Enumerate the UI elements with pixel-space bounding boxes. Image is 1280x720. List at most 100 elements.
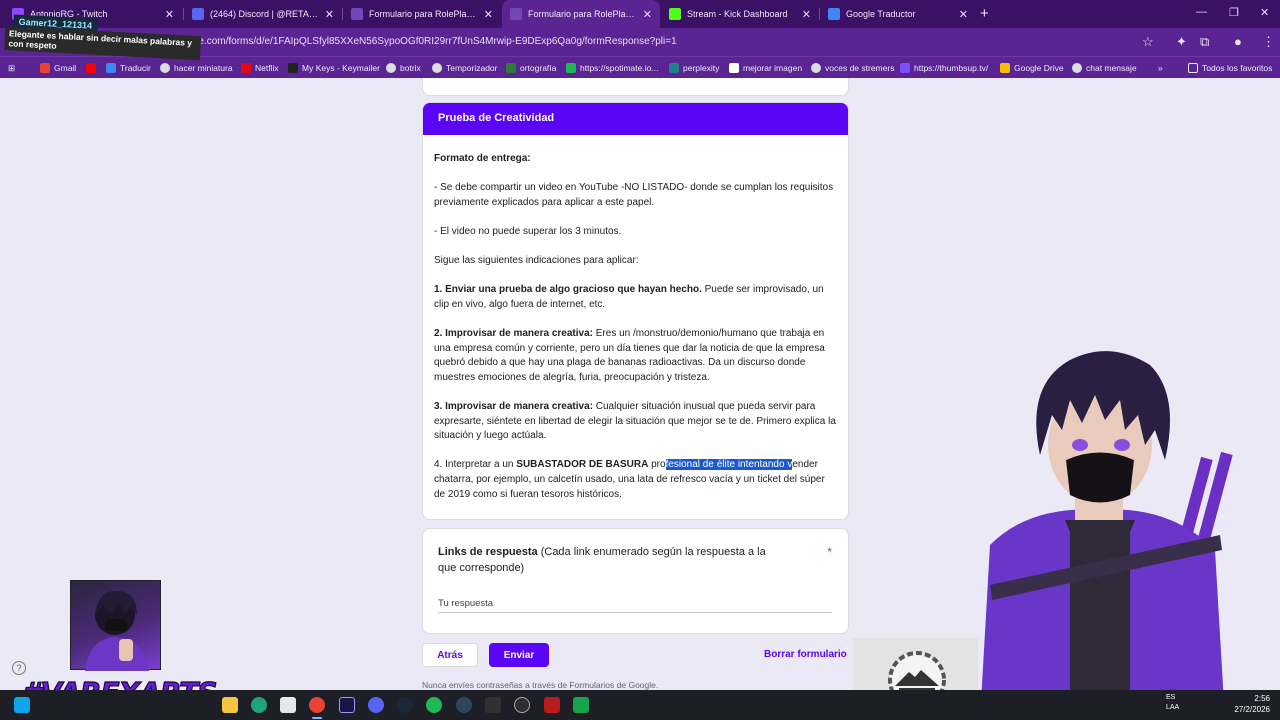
edge-icon[interactable]: [251, 697, 267, 713]
chat-message: Elegante es hablar sin decir malas palab…: [4, 26, 202, 61]
tab-translate[interactable]: Google Traductor ✕: [820, 0, 976, 28]
instruction-item-2: 2. Improvisar de manera creativa: Eres u…: [434, 327, 837, 385]
close-icon[interactable]: ✕: [325, 8, 334, 21]
tab-title: (2464) Discord | @RETALIURGIC: [210, 9, 319, 19]
star-icon[interactable]: ☆: [1142, 34, 1154, 50]
restore-icon[interactable]: ❐: [1229, 6, 1239, 19]
submit-button[interactable]: Enviar: [489, 643, 549, 667]
instruction-item-1: 1. Enviar una prueba de algo gracioso qu…: [434, 283, 837, 312]
chrome-icon[interactable]: [309, 697, 325, 713]
vtuber-avatar: [970, 345, 1240, 720]
tab-title: Formulario para RolePlayers EU: [528, 9, 637, 19]
question-card-links: Links de respuesta (Cada link enumerado …: [422, 528, 849, 634]
bookmark-voces[interactable]: voces de stremers: [811, 61, 894, 75]
answer-input[interactable]: [438, 595, 832, 613]
store-icon[interactable]: [280, 697, 296, 713]
section-description: Formato de entrega: - Se debe compartir …: [423, 135, 848, 502]
bookmark-drive[interactable]: Google Drive: [1000, 61, 1064, 75]
taskbar: ES LAA 2:56 27/2/2026: [0, 690, 1280, 720]
tab-title: Google Traductor: [846, 9, 916, 19]
globe-icon: [1072, 63, 1082, 73]
discord-icon[interactable]: [368, 697, 384, 713]
language-indicator[interactable]: ES LAA: [1166, 693, 1179, 713]
bookmark-label: Google Drive: [1014, 63, 1064, 73]
instructions-intro: Sigue las siguientes indicaciones para a…: [434, 255, 639, 267]
bookmark-perplexity[interactable]: perplexity: [669, 61, 719, 75]
tab-form-1[interactable]: Formulario para RolePlayers EU ✕: [343, 0, 501, 28]
active-app-indicator: [312, 717, 322, 719]
gmail-icon: [40, 63, 50, 73]
obs-icon[interactable]: [514, 697, 530, 713]
bookmark-netflix[interactable]: Netflix: [241, 61, 279, 75]
url-text[interactable]: docs.google.com/forms/d/e/1FAIpQLSfyl85X…: [150, 36, 677, 47]
bookmark-thumbsup[interactable]: https://thumbsup.tv/: [900, 61, 988, 75]
tab-form-active[interactable]: Formulario para RolePlayers EU ✕: [502, 0, 660, 28]
menu-icon[interactable]: ⋮: [1262, 34, 1275, 50]
close-icon[interactable]: ✕: [484, 8, 493, 21]
puzzle-icon[interactable]: ⧉: [1200, 34, 1209, 50]
apps-icon[interactable]: ⊞: [8, 61, 15, 75]
new-tab-icon[interactable]: +: [980, 5, 989, 22]
tab-title: Stream - Kick Dashboard: [687, 9, 788, 19]
window-close-icon[interactable]: ✕: [1260, 6, 1269, 19]
spellcheck-icon: [506, 63, 516, 73]
back-button[interactable]: Atrás: [422, 643, 478, 667]
item-text: 4. Interpretar a un: [434, 459, 517, 471]
bookmark-label: Temporizador: [446, 63, 498, 73]
globe-icon: [386, 63, 396, 73]
folder-icon: [1188, 63, 1198, 73]
bookmark-botrix[interactable]: botrix: [386, 61, 421, 75]
item-heading: SUBASTADOR DE BASURA: [516, 459, 649, 471]
question-label: Links de respuesta (Cada link enumerado …: [438, 545, 783, 576]
close-icon[interactable]: ✕: [959, 8, 968, 21]
close-icon[interactable]: ✕: [802, 8, 811, 21]
system-clock[interactable]: 2:56 27/2/2026: [1222, 693, 1270, 715]
close-icon[interactable]: ✕: [165, 8, 174, 21]
minimize-icon[interactable]: —: [1196, 6, 1207, 18]
steam-icon[interactable]: [397, 697, 413, 713]
bookmark-label: mejorar imagen: [743, 63, 803, 73]
spotimate-icon: [566, 63, 576, 73]
file-explorer-icon[interactable]: [222, 697, 238, 713]
bookmark-mejorar-imagen[interactable]: mejorar imagen: [729, 61, 802, 75]
windows-icon[interactable]: [14, 697, 30, 713]
app-green-icon[interactable]: [573, 697, 589, 713]
perplexity-icon: [669, 63, 679, 73]
bookmark-label: My Keys - Keymailer: [302, 63, 380, 73]
steam-alt-icon[interactable]: [456, 697, 472, 713]
selected-text: fesional de élite intentando v: [665, 459, 793, 471]
tab-kick[interactable]: Stream - Kick Dashboard ✕: [661, 0, 819, 28]
chevron-right-icon[interactable]: »: [1158, 61, 1163, 75]
delivery-heading: Formato de entrega:: [434, 153, 531, 164]
app-red-icon[interactable]: [544, 697, 560, 713]
close-icon[interactable]: ✕: [643, 8, 652, 21]
password-disclaimer: Nunca envíes contraseñas a través de For…: [422, 680, 659, 690]
globe-icon: [432, 63, 442, 73]
delivery-paragraph: - El video no puede superar los 3 minuto…: [434, 225, 622, 237]
keymailer-icon: [288, 63, 298, 73]
tab-discord[interactable]: (2464) Discord | @RETALIURGIC ✕: [184, 0, 342, 28]
netflix-icon: [241, 63, 251, 73]
forms-icon: [351, 8, 363, 20]
bookmark-label: https://thumbsup.tv/: [914, 63, 989, 73]
image-icon: [729, 63, 739, 73]
kick-icon: [669, 8, 681, 20]
clock-time: 2:56: [1254, 694, 1270, 703]
bookmark-chat-mensaje[interactable]: chat mensaje: [1072, 61, 1137, 75]
forms-icon: [510, 8, 522, 20]
help-icon[interactable]: ?: [12, 661, 26, 675]
spotify-icon[interactable]: [426, 697, 442, 713]
item-heading: 3. Improvisar de manera creativa:: [434, 401, 593, 413]
bookmark-spotimate[interactable]: https://spotimate.io...: [566, 61, 658, 75]
extension-icon[interactable]: ✦: [1176, 34, 1187, 50]
bookmark-temporizador[interactable]: Temporizador: [432, 61, 498, 75]
epic-icon[interactable]: [485, 697, 501, 713]
section-card: Prueba de Creatividad Formato de entrega…: [422, 102, 849, 520]
clear-form-link[interactable]: Borrar formulario: [764, 649, 847, 660]
bookmark-ortografia[interactable]: ortografía: [506, 61, 556, 75]
profile-icon[interactable]: ●: [1234, 34, 1242, 49]
bookmark-keymailer[interactable]: My Keys - Keymailer: [288, 61, 380, 75]
bookmark-label: chat mensaje: [1086, 63, 1137, 73]
premiere-icon[interactable]: [339, 697, 355, 713]
all-bookmarks[interactable]: Todos los favoritos: [1188, 61, 1272, 75]
